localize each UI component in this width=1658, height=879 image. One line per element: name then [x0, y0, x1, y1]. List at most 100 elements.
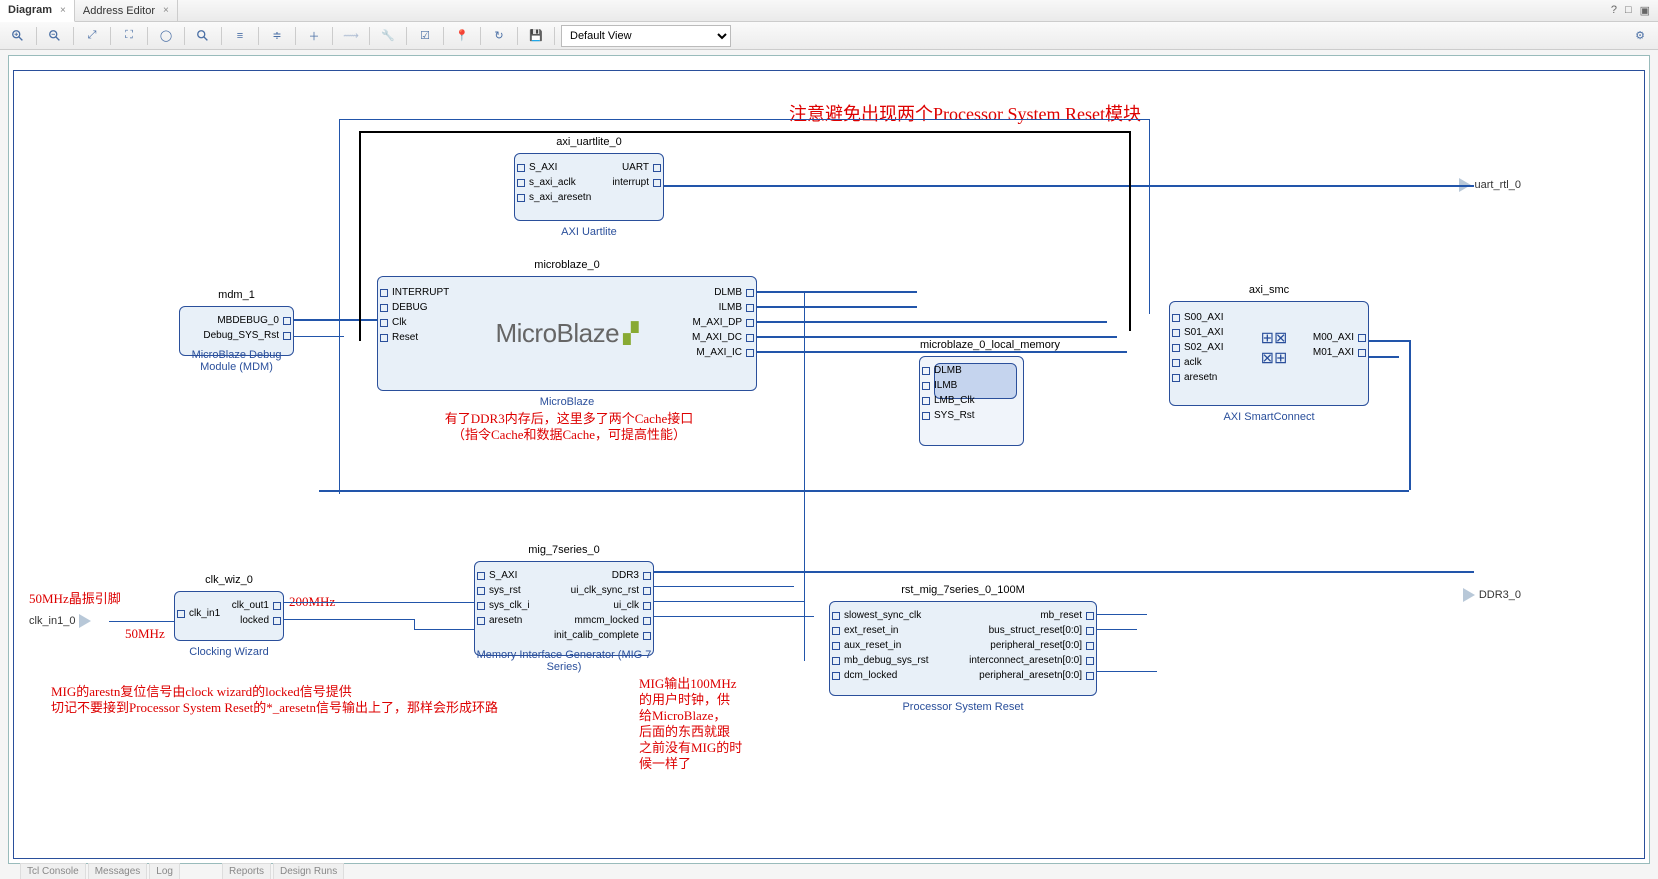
port: ui_clk [552, 598, 653, 613]
wire [757, 351, 1127, 353]
zoom-area-icon[interactable]: ⛶ [117, 25, 141, 47]
tab-address-editor[interactable]: Address Editor × [75, 0, 178, 22]
wire [757, 291, 917, 293]
design-boundary [13, 70, 1645, 859]
block-uartlite[interactable]: axi_uartlite_0 S_AXI s_axi_aclk s_axi_ar… [514, 153, 664, 221]
wire [664, 185, 1474, 187]
bottom-tab[interactable]: Tcl Console [20, 863, 86, 879]
port: init_calib_complete [552, 628, 653, 643]
tab-bar: Diagram × Address Editor × ? □ ▣ [0, 0, 1658, 22]
block-smc[interactable]: axi_smc S00_AXI S01_AXI S02_AXI aclk are… [1169, 301, 1369, 406]
search-icon[interactable] [191, 25, 215, 47]
block-localmem[interactable]: microblaze_0_local_memory DLMB ILMB LMB_… [919, 356, 1024, 446]
wire [757, 336, 1117, 338]
wire [284, 619, 414, 620]
port: S01_AXI [1170, 325, 1255, 340]
block-clkwiz[interactable]: clk_wiz_0 clk_in1 clk_out1 locked Clocki… [174, 591, 284, 641]
collapse-icon[interactable]: ≑ [265, 25, 289, 47]
port: ILMB [920, 378, 1023, 393]
wire [109, 621, 174, 622]
wire [1129, 131, 1131, 331]
wire [654, 586, 794, 587]
close-icon[interactable]: × [60, 5, 66, 16]
tab-label: Address Editor [83, 5, 155, 17]
bottom-tabs: Tcl Console Messages Log Reports Design … [20, 863, 344, 879]
block-caption: Processor System Reset [830, 701, 1096, 713]
wire [1097, 629, 1137, 630]
wire [757, 306, 917, 308]
expand-icon[interactable]: ≡ [228, 25, 252, 47]
wire [319, 490, 1409, 492]
annotation-mig-reset: MIG的arestn复位信号由clock wizard的locked信号提供 切… [51, 684, 498, 716]
annotation-cache: 有了DDR3内存后，这里多了两个Cache接口 （指令Cache和数据Cache… [409, 411, 729, 443]
zoom-fit-icon[interactable]: ⤢ [80, 25, 104, 47]
refresh-icon[interactable]: ↻ [487, 25, 511, 47]
port: M_AXI_IC [656, 345, 756, 360]
port: ui_clk_sync_rst [552, 583, 653, 598]
bottom-tab[interactable]: Design Runs [273, 863, 344, 879]
view-select[interactable]: Default View [561, 25, 731, 47]
port: INTERRUPT [378, 285, 478, 300]
connect-icon[interactable]: ⟿ [339, 25, 363, 47]
wire [294, 319, 377, 321]
gear-icon[interactable]: ⚙ [1628, 25, 1652, 47]
port: UART [591, 160, 663, 175]
wire [1097, 671, 1157, 672]
block-caption: Clocking Wizard [175, 646, 283, 658]
port: DEBUG [378, 300, 478, 315]
wire [339, 119, 340, 494]
zoom-out-icon[interactable] [43, 25, 67, 47]
block-caption: Memory Interface Generator (MIG 7 Series… [475, 649, 653, 673]
save-icon[interactable]: 💾 [524, 25, 548, 47]
diagram-canvas[interactable]: 注意避免出现两个Processor System Reset模块 有了DDR3内… [8, 55, 1650, 864]
wire [359, 131, 361, 341]
tab-diagram[interactable]: Diagram × [0, 0, 75, 22]
ext-port-clk-in[interactable]: clk_in1_0 [29, 614, 91, 628]
ext-port-ddr[interactable]: DDR3_0 [1459, 588, 1521, 602]
port: S00_AXI [1170, 310, 1255, 325]
port: ILMB [656, 300, 756, 315]
wire [1097, 614, 1147, 615]
tab-label: Diagram [8, 4, 52, 16]
block-rst[interactable]: rst_mig_7series_0_100M slowest_sync_clk … [829, 601, 1097, 696]
wrench-icon[interactable]: 🔧 [376, 25, 400, 47]
port-label: DDR3_0 [1479, 589, 1521, 601]
port: M01_AXI [1293, 345, 1368, 360]
port: clk_out1 [229, 598, 283, 613]
annotation-clkpin: 50MHz晶振引脚 [29, 591, 121, 607]
port: locked [229, 613, 283, 628]
wire [804, 291, 805, 661]
zoom-in-icon[interactable] [6, 25, 30, 47]
wire [757, 321, 1107, 323]
block-mig[interactable]: mig_7series_0 S_AXI sys_rst sys_clk_i ar… [474, 561, 654, 656]
bottom-tab[interactable]: Log [149, 863, 180, 879]
port: interrupt [591, 175, 663, 190]
annotation-50mhz: 50MHz [125, 626, 165, 642]
bottom-tab[interactable]: Messages [88, 863, 148, 879]
maximize-icon[interactable]: ▣ [1640, 4, 1650, 17]
validate-icon[interactable]: ☑ [413, 25, 437, 47]
block-mdm[interactable]: mdm_1 MBDEBUG_0 Debug_SYS_Rst MicroBlaze… [179, 306, 294, 356]
block-inst-name: microblaze_0_local_memory [920, 339, 1023, 351]
port: aresetn [475, 613, 552, 628]
close-icon[interactable]: × [163, 5, 169, 16]
port: clk_in1 [175, 606, 229, 621]
port: DLMB [920, 363, 1023, 378]
restore-icon[interactable]: □ [1625, 4, 1632, 17]
wire [414, 619, 415, 629]
block-microblaze[interactable]: microblaze_0 INTERRUPT DEBUG Clk Reset M… [377, 276, 757, 391]
port: DDR3 [552, 568, 653, 583]
port-label: clk_in1_0 [29, 615, 75, 627]
add-icon[interactable]: ＋ [302, 25, 326, 47]
port: Clk [378, 315, 478, 330]
pin-icon[interactable]: 📍 [450, 25, 474, 47]
wire [1149, 119, 1150, 314]
help-icon[interactable]: ? [1611, 4, 1617, 17]
port: DLMB [656, 285, 756, 300]
bottom-tab[interactable]: Reports [222, 863, 271, 879]
wire [339, 119, 1149, 120]
port: Debug_SYS_Rst [180, 328, 293, 343]
wire [1409, 340, 1411, 490]
block-caption: AXI Uartlite [515, 226, 663, 238]
select-icon[interactable]: ◯ [154, 25, 178, 47]
